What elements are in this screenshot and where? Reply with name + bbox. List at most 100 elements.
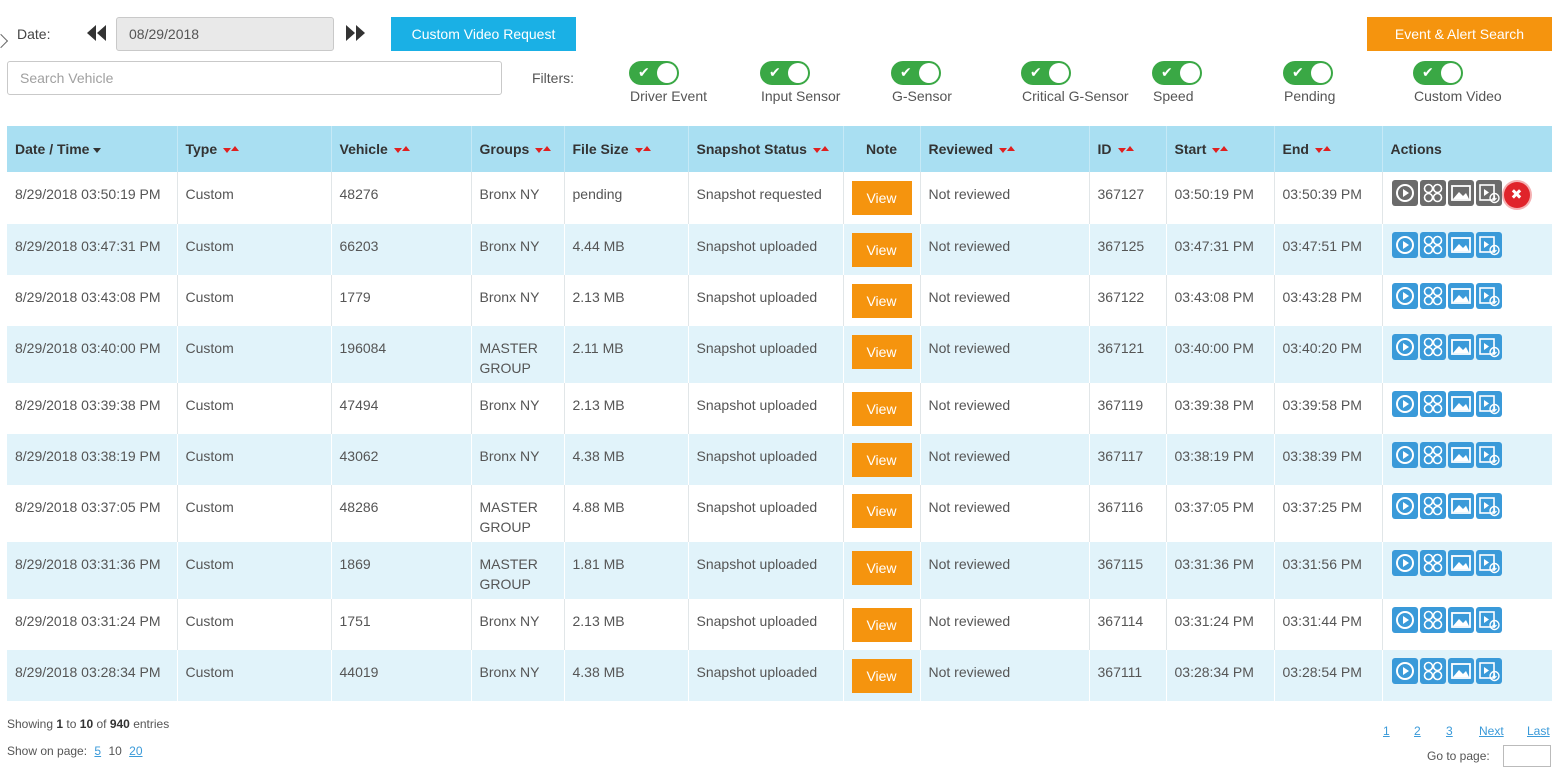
- multi-camera-icon[interactable]: [1419, 283, 1446, 309]
- view-note-button[interactable]: View: [851, 659, 912, 693]
- cell-reviewed: Not reviewed: [919, 485, 1089, 542]
- play-icon[interactable]: [1391, 493, 1418, 519]
- image-icon[interactable]: [1447, 334, 1474, 360]
- table-row[interactable]: 8/29/2018 03:39:38 PM Custom 47494 Bronx NY…: [7, 383, 1552, 434]
- play-icon[interactable]: [1391, 442, 1418, 468]
- filter-toggle[interactable]: ✔: [629, 61, 679, 85]
- multi-camera-icon[interactable]: [1419, 232, 1446, 258]
- header-vehicle[interactable]: Vehicle: [330, 126, 471, 172]
- view-note-button[interactable]: View: [851, 494, 912, 528]
- next-day-icon[interactable]: [344, 24, 366, 42]
- image-icon[interactable]: [1447, 391, 1474, 417]
- table-row[interactable]: 8/29/2018 03:37:05 PM Custom 48286 MASTER G…: [7, 485, 1552, 542]
- header-end[interactable]: End: [1273, 126, 1382, 172]
- table-row[interactable]: 8/29/2018 03:50:19 PM Custom 48276 Bronx NY…: [7, 172, 1552, 224]
- table-row[interactable]: 8/29/2018 03:47:31 PM Custom 66203 Bronx NY…: [7, 224, 1552, 275]
- multi-camera-icon[interactable]: [1419, 334, 1446, 360]
- page-size-10[interactable]: 10: [108, 744, 121, 758]
- image-icon[interactable]: [1447, 550, 1474, 576]
- table-row[interactable]: 8/29/2018 03:31:24 PM Custom 1751 Bronx NY 2…: [7, 599, 1552, 650]
- view-note-button[interactable]: View: [851, 392, 912, 426]
- image-icon[interactable]: [1447, 493, 1474, 519]
- header-type[interactable]: Type: [176, 126, 331, 172]
- header-groups[interactable]: Groups: [470, 126, 564, 172]
- multi-camera-icon[interactable]: [1419, 442, 1446, 468]
- play-icon[interactable]: [1391, 550, 1418, 576]
- filter-toggle[interactable]: ✔: [1152, 61, 1202, 85]
- table-row[interactable]: 8/29/2018 03:38:19 PM Custom 43062 Bronx NY…: [7, 434, 1552, 485]
- header-start[interactable]: Start: [1165, 126, 1274, 172]
- search-vehicle-input[interactable]: [7, 61, 502, 95]
- multi-camera-icon[interactable]: [1419, 550, 1446, 576]
- play-icon[interactable]: [1391, 658, 1418, 684]
- header-file-size[interactable]: File Size: [563, 126, 688, 172]
- multi-camera-icon[interactable]: [1419, 493, 1446, 519]
- header-datetime[interactable]: Date / Time: [7, 126, 177, 172]
- image-icon[interactable]: [1447, 607, 1474, 633]
- play-icon[interactable]: [1391, 334, 1418, 360]
- custom-video-request-button[interactable]: Custom Video Request: [391, 17, 576, 51]
- view-note-button[interactable]: View: [851, 233, 912, 267]
- play-icon[interactable]: [1391, 232, 1418, 258]
- multi-camera-icon[interactable]: [1419, 180, 1446, 206]
- filter-toggle[interactable]: ✔: [760, 61, 810, 85]
- table-row[interactable]: 8/29/2018 03:31:36 PM Custom 1869 MASTER GR…: [7, 542, 1552, 599]
- view-note-button[interactable]: View: [851, 551, 912, 585]
- page-link-1[interactable]: 1: [1383, 724, 1390, 738]
- previous-day-icon[interactable]: [86, 24, 108, 42]
- header-reviewed[interactable]: Reviewed: [919, 126, 1089, 172]
- video-download-icon[interactable]: [1475, 180, 1502, 206]
- page-link-2[interactable]: 2: [1414, 724, 1421, 738]
- multi-camera-icon[interactable]: [1419, 658, 1446, 684]
- table-row[interactable]: 8/29/2018 03:43:08 PM Custom 1779 Bronx NY 2…: [7, 275, 1552, 326]
- video-download-icon[interactable]: [1475, 391, 1502, 417]
- toggle-knob: [657, 63, 677, 83]
- table-row[interactable]: 8/29/2018 03:28:34 PM Custom 44019 Bronx NY…: [7, 650, 1552, 701]
- video-download-icon[interactable]: [1475, 607, 1502, 633]
- header-id[interactable]: ID: [1088, 126, 1166, 172]
- play-icon[interactable]: [1391, 283, 1418, 309]
- video-download-icon[interactable]: [1475, 493, 1502, 519]
- filter-toggle[interactable]: ✔: [1283, 61, 1333, 85]
- cell-note: View: [842, 650, 920, 701]
- cell-end: 03:37:25 PM: [1273, 485, 1382, 542]
- video-download-icon[interactable]: [1475, 442, 1502, 468]
- filter-toggle[interactable]: ✔: [1413, 61, 1463, 85]
- video-download-icon[interactable]: [1475, 550, 1502, 576]
- view-note-button[interactable]: View: [851, 608, 912, 642]
- cell-snapshot-status: Snapshot requested: [687, 172, 843, 224]
- image-icon[interactable]: [1447, 442, 1474, 468]
- image-icon[interactable]: [1447, 180, 1474, 206]
- go-to-page-input[interactable]: [1503, 745, 1551, 767]
- table-row[interactable]: 8/29/2018 03:40:00 PM Custom 196084 MASTER …: [7, 326, 1552, 383]
- header-snapshot-status[interactable]: Snapshot Status: [687, 126, 843, 172]
- page-link-3[interactable]: 3: [1446, 724, 1453, 738]
- last-page-link[interactable]: Last: [1527, 724, 1550, 738]
- video-download-icon[interactable]: [1475, 334, 1502, 360]
- view-note-button[interactable]: View: [851, 443, 912, 477]
- image-icon[interactable]: [1447, 658, 1474, 684]
- event-alert-search-button[interactable]: Event & Alert Search: [1367, 17, 1552, 51]
- multi-camera-icon[interactable]: [1419, 607, 1446, 633]
- close-icon[interactable]: ✖: [1503, 182, 1530, 208]
- play-icon[interactable]: [1391, 180, 1418, 206]
- view-note-button[interactable]: View: [851, 181, 912, 215]
- page-size-5[interactable]: 5: [94, 744, 101, 758]
- view-note-button[interactable]: View: [851, 284, 912, 318]
- video-download-icon[interactable]: [1475, 283, 1502, 309]
- collapse-chevron-icon[interactable]: [0, 33, 9, 49]
- multi-camera-icon[interactable]: [1419, 391, 1446, 417]
- page-size-20[interactable]: 20: [129, 744, 142, 758]
- play-icon[interactable]: [1391, 391, 1418, 417]
- filter-toggle[interactable]: ✔: [891, 61, 941, 85]
- video-download-icon[interactable]: [1475, 658, 1502, 684]
- date-input[interactable]: 08/29/2018: [116, 17, 334, 51]
- video-download-icon[interactable]: [1475, 232, 1502, 258]
- checkmark-icon: ✔: [1161, 65, 1173, 81]
- filter-toggle[interactable]: ✔: [1021, 61, 1071, 85]
- view-note-button[interactable]: View: [851, 335, 912, 369]
- image-icon[interactable]: [1447, 232, 1474, 258]
- image-icon[interactable]: [1447, 283, 1474, 309]
- play-icon[interactable]: [1391, 607, 1418, 633]
- next-page-link[interactable]: Next: [1479, 724, 1504, 738]
